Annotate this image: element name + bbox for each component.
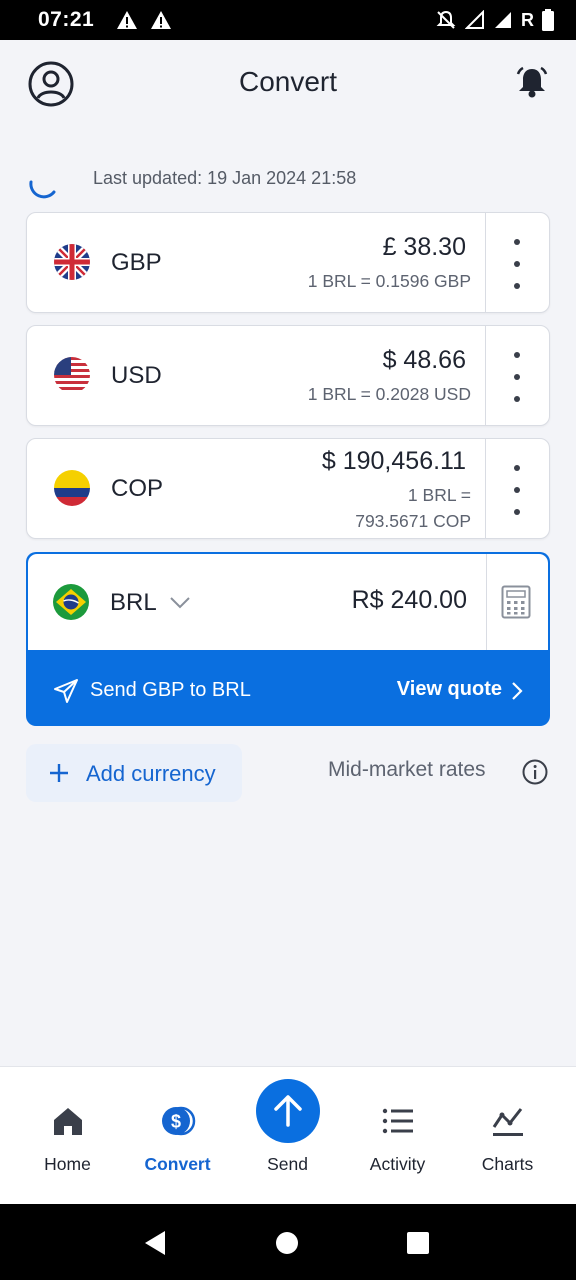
add-currency-button[interactable]: Add currency	[26, 744, 242, 802]
chevron-down-icon[interactable]	[168, 592, 192, 612]
nav-label: Home	[44, 1154, 91, 1174]
currency-code: USD	[111, 362, 162, 389]
view-quote-link[interactable]: View quote	[397, 678, 502, 701]
app-header: Convert	[0, 40, 576, 130]
last-updated-text: Last updated: 19 Jan 2024 21:58	[93, 168, 357, 188]
nav-home[interactable]: Home	[10, 1067, 125, 1205]
signal-icon	[465, 10, 484, 29]
more-options-icon[interactable]	[503, 465, 531, 515]
colombia-flag-icon	[54, 470, 90, 506]
card-divider	[485, 554, 487, 650]
nav-label: Convert	[144, 1154, 211, 1174]
warning-icon	[151, 11, 172, 29]
card-divider	[484, 439, 486, 538]
warning-icon	[117, 11, 138, 29]
nav-label: Charts	[481, 1154, 534, 1174]
signal-icon	[495, 12, 511, 28]
nav-label: Send	[267, 1154, 308, 1174]
more-options-icon[interactable]	[503, 239, 531, 289]
currency-code: BRL	[110, 589, 157, 616]
home-button-icon[interactable]	[276, 1232, 298, 1254]
battery-icon	[542, 9, 554, 31]
nav-activity[interactable]: Activity	[340, 1067, 455, 1205]
add-currency-label: Add currency	[86, 761, 216, 786]
status-bar: 07:21 R	[0, 0, 576, 40]
currency-code: GBP	[111, 249, 162, 276]
currency-rate-line2: 793.5671 COP	[355, 511, 471, 531]
base-amount-input[interactable]: R$ 240.00	[352, 586, 467, 615]
currency-amount[interactable]: $ 48.66	[383, 346, 466, 375]
card-divider	[484, 326, 486, 425]
bell-icon[interactable]	[514, 64, 550, 100]
roaming-indicator: R	[521, 9, 534, 30]
convert-icon: $	[161, 1106, 195, 1136]
warning-icons	[116, 10, 172, 30]
send-quote-bar[interactable]: Send GBP to BRL View quote	[26, 652, 550, 726]
currency-rate-line1: 1 BRL =	[407, 485, 471, 505]
activity-icon	[382, 1108, 413, 1134]
status-right: R	[435, 9, 554, 31]
svg-text:$: $	[170, 1112, 180, 1132]
info-icon[interactable]	[522, 759, 548, 785]
currency-card-gbp[interactable]: GBP £ 38.30 1 BRL = 0.1596 GBP	[26, 212, 550, 313]
loading-spinner-icon	[29, 180, 56, 199]
uk-flag-icon	[54, 244, 90, 280]
currency-amount[interactable]: $ 190,456.11	[322, 447, 466, 476]
nav-convert[interactable]: $ Convert	[120, 1067, 235, 1205]
currency-code: COP	[111, 475, 164, 502]
currency-card-usd[interactable]: USD $ 48.66 1 BRL = 0.2028 USD	[26, 325, 550, 426]
more-options-icon[interactable]	[503, 352, 531, 402]
paper-plane-icon	[54, 679, 78, 703]
currency-rate: 1 BRL = 0.1596 GBP	[307, 271, 471, 291]
back-icon[interactable]	[143, 1230, 167, 1256]
calculator-icon[interactable]	[501, 585, 531, 619]
currency-rate: 1 BRL = 0.2028 USD	[307, 384, 471, 404]
card-divider	[484, 213, 486, 312]
plus-icon	[50, 764, 68, 782]
charts-icon	[492, 1108, 523, 1136]
currency-card-cop[interactable]: COP $ 190,456.11 1 BRL = 793.5671 COP	[26, 438, 550, 539]
currency-amount[interactable]: £ 38.30	[383, 233, 466, 262]
page-title: Convert	[238, 66, 338, 97]
home-icon	[53, 1108, 82, 1135]
base-currency-panel: BRL R$ 240.00 Send GBP to BRL View quote	[26, 552, 550, 726]
currency-card-brl[interactable]: BRL R$ 240.00	[28, 554, 548, 650]
us-flag-icon	[54, 357, 90, 393]
last-updated-row: Last updated: 19 Jan 2024 21:58	[0, 160, 576, 199]
chevron-right-icon	[512, 682, 523, 700]
nav-label: Activity	[369, 1154, 426, 1174]
system-navigation-bar	[0, 1204, 576, 1280]
mute-notification-icon	[436, 10, 456, 29]
nav-send[interactable]: Send	[230, 1067, 345, 1205]
send-fab[interactable]	[256, 1079, 320, 1143]
bottom-navigation: Home $ Convert Send Activity Charts	[0, 1066, 576, 1204]
status-time: 07:21	[38, 8, 95, 31]
mid-market-rates-label[interactable]: Mid-market rates	[328, 758, 486, 782]
send-icon	[274, 1095, 302, 1127]
send-label: Send GBP to BRL	[90, 679, 251, 701]
brazil-flag-icon	[53, 584, 89, 620]
recent-apps-icon[interactable]	[407, 1232, 429, 1254]
nav-charts[interactable]: Charts	[450, 1067, 565, 1205]
